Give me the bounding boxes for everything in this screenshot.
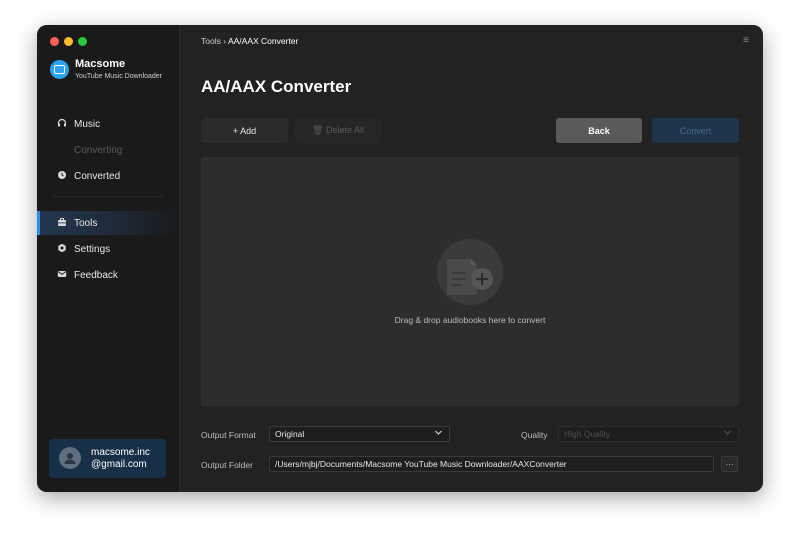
toolbox-icon	[56, 217, 68, 229]
chevron-down-icon	[434, 428, 443, 439]
breadcrumb-current: AA/AAX Converter	[227, 36, 299, 46]
user-email-line2: @gmail.com	[91, 459, 147, 470]
avatar	[59, 447, 81, 469]
browse-folder-button[interactable]: ···	[721, 456, 738, 472]
sidebar: Macsome YouTube Music Downloader Music C…	[37, 25, 180, 492]
quality-select[interactable]: High Quality	[558, 426, 739, 442]
main-panel: Tools › AA/AAX Converter ≡ AA/AAX Conver…	[180, 25, 763, 492]
sidebar-item-converted[interactable]: Converted	[37, 164, 179, 188]
clock-icon	[56, 170, 68, 182]
convert-button[interactable]: Convert	[652, 118, 739, 143]
chevron-down-icon	[723, 428, 732, 439]
output-format-label: Output Format	[201, 430, 256, 440]
output-format-select[interactable]: Original	[269, 426, 450, 442]
sidebar-item-label: Converted	[74, 170, 121, 182]
quality-label: Quality	[521, 430, 548, 440]
sidebar-item-label: Music	[74, 118, 101, 130]
app-logo-icon	[50, 60, 69, 79]
sidebar-item-converting[interactable]: Converting	[37, 138, 179, 162]
drop-zone-hint: Drag & drop audiobooks here to convert	[394, 315, 546, 325]
app-title: Macsome	[75, 58, 126, 70]
minimize-window-button[interactable]	[64, 37, 73, 46]
breadcrumb-separator: ›	[223, 36, 227, 46]
user-account-card[interactable]: macsome.inc @gmail.com	[49, 439, 166, 478]
sidebar-item-label: Tools	[74, 217, 98, 229]
output-folder-label: Output Folder	[201, 460, 253, 470]
menu-icon[interactable]: ≡	[743, 35, 749, 46]
sidebar-item-feedback[interactable]: Feedback	[37, 263, 179, 287]
user-email: macsome.inc @gmail.com	[91, 447, 150, 471]
output-folder-path: /Users/mjbj/Documents/Macsome YouTube Mu…	[275, 459, 567, 469]
sidebar-divider	[52, 196, 164, 197]
headphones-icon	[56, 118, 68, 130]
sidebar-item-settings[interactable]: Settings	[37, 237, 179, 261]
mail-icon	[56, 269, 68, 281]
sidebar-item-music[interactable]: Music	[37, 112, 179, 136]
close-window-button[interactable]	[50, 37, 59, 46]
sidebar-item-tools[interactable]: Tools	[37, 211, 179, 235]
breadcrumb-tools-link[interactable]: Tools	[201, 36, 221, 46]
quality-value: High Quality	[564, 429, 611, 439]
drop-zone[interactable]: Drag & drop audiobooks here to convert	[201, 157, 739, 406]
sidebar-item-label: Converting	[74, 144, 123, 156]
output-folder-field[interactable]: /Users/mjbj/Documents/Macsome YouTube Mu…	[269, 456, 714, 472]
add-audiobook-icon[interactable]	[437, 239, 503, 305]
gear-icon	[56, 243, 68, 255]
delete-all-button[interactable]: 🗑 Delete All	[295, 118, 381, 143]
back-button[interactable]: Back	[556, 118, 642, 143]
page-title: AA/AAX Converter	[201, 77, 352, 96]
app-window: Macsome YouTube Music Downloader Music C…	[37, 25, 763, 492]
sidebar-item-label: Settings	[74, 243, 111, 255]
sidebar-item-label: Feedback	[74, 269, 118, 281]
app-subtitle: YouTube Music Downloader	[75, 73, 163, 80]
output-format-value: Original	[275, 429, 305, 439]
zoom-window-button[interactable]	[78, 37, 87, 46]
user-email-line1: macsome.inc	[91, 447, 150, 458]
breadcrumb: Tools › AA/AAX Converter	[201, 36, 298, 46]
add-button[interactable]: + Add	[201, 118, 288, 143]
